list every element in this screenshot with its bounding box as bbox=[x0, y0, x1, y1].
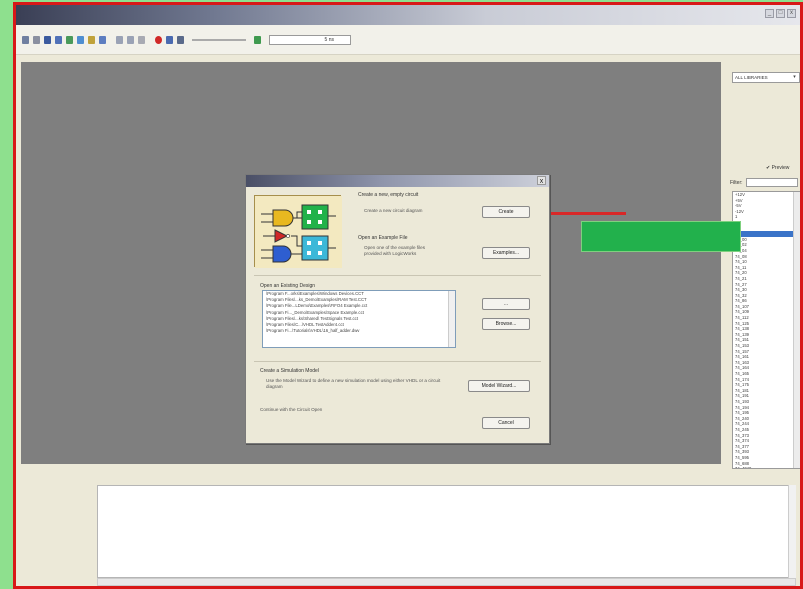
recent-files-scrollbar[interactable] bbox=[448, 291, 455, 347]
example-heading: Open an Example File bbox=[358, 235, 408, 241]
maximize-button[interactable]: □ bbox=[776, 9, 785, 18]
window-controls: _ □ x bbox=[765, 9, 796, 18]
output-horizontal-scrollbar[interactable] bbox=[97, 578, 796, 586]
minimize-button[interactable]: _ bbox=[765, 9, 774, 18]
cut-icon[interactable] bbox=[66, 35, 73, 44]
workspace-status-strip bbox=[21, 464, 721, 480]
annotation-callout-box bbox=[581, 221, 741, 252]
recent-files-items: \Program F...orks\Examples\Windows Devic… bbox=[263, 291, 455, 334]
open-icon[interactable] bbox=[33, 35, 40, 44]
startup-dialog: x Create a new, empty circuit Create a n… bbox=[245, 174, 550, 444]
parts-list[interactable]: +12V+5V-5V-12V123474_0074_0274_0474_0874… bbox=[732, 191, 800, 469]
speed-slider[interactable] bbox=[192, 38, 246, 41]
output-vertical-scrollbar[interactable] bbox=[788, 485, 796, 578]
model-wizard-button[interactable]: Model Wizard... bbox=[468, 380, 530, 392]
annotation-arrow-line bbox=[551, 212, 626, 215]
create-button[interactable]: Create bbox=[482, 206, 530, 218]
library-select-value: ALL LIBRARIES bbox=[735, 75, 768, 80]
browse-button[interactable]: Browse... bbox=[482, 318, 530, 330]
chevron-down-icon[interactable]: ▾ bbox=[791, 74, 798, 81]
run-icon[interactable] bbox=[177, 35, 184, 44]
copy-icon[interactable] bbox=[77, 35, 84, 44]
close-button[interactable]: x bbox=[787, 9, 796, 18]
zoom-out-icon[interactable] bbox=[127, 35, 134, 44]
divider bbox=[254, 361, 541, 362]
part-list-item[interactable]: 74_4040 bbox=[733, 466, 800, 468]
parts-palette: ALL LIBRARIES ▾ ✔ Preview Filter: +12V +5… bbox=[726, 57, 800, 471]
dialog-close-button[interactable]: x bbox=[537, 176, 546, 185]
filter-input[interactable] bbox=[745, 178, 798, 187]
examples-button[interactable]: Examples... bbox=[482, 247, 530, 259]
zoom-fit-icon[interactable] bbox=[138, 35, 145, 44]
recent-files-list[interactable]: \Program F...orks\Examples\Windows Devic… bbox=[262, 290, 456, 348]
preview-label: Preview bbox=[771, 165, 790, 171]
create-heading: Create a new, empty circuit bbox=[358, 192, 419, 198]
zoom-in-icon[interactable] bbox=[116, 35, 123, 44]
simulation-model-description: Use the Model Wizard to define a new sim… bbox=[266, 378, 441, 389]
undo-icon[interactable] bbox=[99, 35, 106, 44]
existing-heading: Open an Existing Design bbox=[260, 283, 316, 289]
probe-icon[interactable] bbox=[254, 35, 261, 44]
example-description: Open one of the example files provided w… bbox=[364, 245, 426, 256]
divider bbox=[254, 275, 541, 276]
circuit-logo-icon bbox=[255, 196, 342, 268]
filter-label: Filter: bbox=[730, 179, 743, 186]
stop-icon[interactable] bbox=[155, 35, 162, 44]
preview-checkbox[interactable]: ✔ Preview bbox=[766, 165, 789, 171]
paste-icon[interactable] bbox=[88, 35, 95, 44]
step-icon[interactable] bbox=[166, 35, 173, 44]
simulation-time-field[interactable]: 5 ns bbox=[269, 34, 351, 45]
title-bar: _ □ x bbox=[16, 5, 800, 25]
toolbar: 5 ns bbox=[16, 25, 800, 55]
parts-items: +12V+5V-5V-12V123474_0074_0274_0474_0874… bbox=[733, 192, 800, 468]
open-file-button[interactable]: ... bbox=[482, 298, 530, 310]
library-list[interactable] bbox=[732, 85, 800, 157]
new-icon[interactable] bbox=[22, 35, 29, 44]
parts-scrollbar[interactable] bbox=[793, 192, 800, 468]
check-icon: ✔ bbox=[766, 165, 771, 171]
recent-file-item[interactable]: \Program Fi...\Tutorials\VHDL\16_half_ad… bbox=[263, 328, 455, 334]
print-icon[interactable] bbox=[55, 35, 62, 44]
output-tabs[interactable] bbox=[21, 481, 96, 586]
filter-row: Filter: bbox=[730, 178, 798, 187]
output-text-area[interactable] bbox=[97, 485, 796, 578]
continue-text: Continue with the Circuit Open bbox=[260, 407, 323, 412]
simulation-output-area bbox=[21, 481, 800, 586]
create-description: Create a new circuit diagram bbox=[364, 208, 423, 213]
save-icon[interactable] bbox=[44, 35, 51, 44]
simulation-model-heading: Create a Simulation Model bbox=[260, 368, 319, 374]
library-select[interactable]: ALL LIBRARIES ▾ bbox=[732, 72, 800, 83]
circuit-logo-image bbox=[254, 195, 342, 268]
dialog-title-bar: x bbox=[246, 175, 549, 187]
cancel-button[interactable]: Cancel bbox=[482, 417, 530, 429]
